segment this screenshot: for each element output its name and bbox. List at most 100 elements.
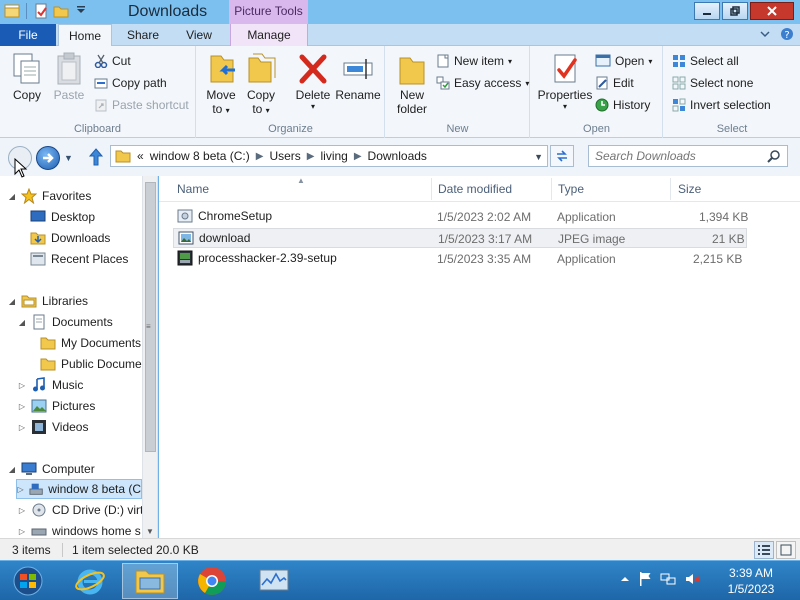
nav-my-documents[interactable]: My Documents — [40, 333, 141, 353]
nav-desktop[interactable]: Desktop — [30, 207, 95, 227]
nav-videos[interactable]: ▷ Videos — [18, 417, 88, 437]
breadcrumb-separator-icon[interactable]: ▶ — [307, 151, 315, 162]
taskbar-internet-explorer[interactable] — [62, 563, 118, 599]
column-header-type[interactable]: Type — [558, 182, 584, 196]
tab-manage[interactable]: Manage — [230, 24, 308, 46]
up-arrow-icon[interactable] — [88, 147, 104, 167]
column-divider[interactable] — [670, 178, 671, 200]
address-bar[interactable]: « window 8 beta (C:) ▶ Users ▶ living ▶ … — [110, 145, 548, 167]
column-header-size[interactable]: Size — [678, 182, 701, 196]
maximize-button[interactable] — [722, 2, 748, 20]
edit-button[interactable]: Edit — [595, 76, 634, 90]
nav-downloads[interactable]: Downloads — [30, 228, 110, 248]
taskbar-clock[interactable]: 3:39 AM 1/5/2023 — [722, 565, 780, 597]
nav-computer[interactable]: ◢ Computer — [8, 459, 95, 479]
collapse-triangle-icon[interactable]: ◢ — [18, 318, 26, 327]
nav-documents[interactable]: ◢ Documents — [18, 312, 113, 332]
nav-drive-d[interactable]: ▷ CD Drive (D:) virt — [18, 500, 143, 520]
close-button[interactable] — [750, 2, 794, 20]
breadcrumb-drive[interactable]: window 8 beta (C:) — [150, 149, 250, 163]
start-button[interactable] — [6, 565, 50, 597]
nav-recent-places[interactable]: Recent Places — [30, 249, 128, 269]
volume-muted-icon[interactable] — [684, 571, 700, 587]
nav-libraries[interactable]: ◢ Libraries — [8, 291, 88, 311]
copy-path-button[interactable]: Copy path — [94, 76, 167, 90]
chevron-down-icon[interactable] — [760, 27, 770, 41]
scrollbar-thumb[interactable] — [145, 182, 156, 452]
properties-qat-icon[interactable] — [33, 3, 49, 19]
explorer-window-icon[interactable] — [4, 3, 20, 19]
breadcrumb-separator-icon[interactable]: ▶ — [256, 151, 264, 162]
select-all-button[interactable]: Select all — [672, 54, 739, 68]
show-hidden-icons-icon[interactable] — [620, 574, 630, 584]
nav-pane-scrollbar[interactable]: ≡ ▼ — [142, 176, 157, 538]
collapse-triangle-icon[interactable]: ◢ — [8, 192, 16, 201]
breadcrumb-living[interactable]: living — [320, 149, 347, 163]
address-dropdown-icon[interactable]: ▼ — [534, 152, 543, 162]
nav-pictures[interactable]: ▷ Pictures — [18, 396, 95, 416]
select-none-button[interactable]: Select none — [672, 76, 753, 90]
refresh-button[interactable] — [550, 145, 574, 167]
paste-button[interactable]: Paste — [50, 52, 88, 102]
breadcrumb-separator-icon[interactable]: ▶ — [354, 151, 362, 162]
expand-triangle-icon[interactable]: ▷ — [17, 485, 24, 494]
file-row-selected[interactable]: download 1/5/2023 3:17 AM JPEG image 21 … — [173, 228, 747, 248]
new-item-button[interactable]: New item ▾ — [436, 54, 512, 68]
collapse-triangle-icon[interactable]: ◢ — [8, 297, 16, 306]
history-button[interactable]: History — [595, 98, 650, 112]
expand-triangle-icon[interactable]: ▷ — [18, 381, 26, 390]
column-divider[interactable] — [431, 178, 432, 200]
details-view-button[interactable] — [754, 541, 774, 559]
action-center-flag-icon[interactable] — [638, 571, 652, 587]
breadcrumb-overflow[interactable]: « — [137, 149, 144, 163]
easy-access-button[interactable]: Easy access ▾ — [436, 76, 529, 90]
forward-button[interactable] — [36, 146, 60, 170]
paste-shortcut-button[interactable]: Paste shortcut — [94, 98, 189, 112]
network-icon[interactable] — [660, 571, 676, 587]
open-button[interactable]: Open ▾ — [595, 54, 652, 68]
file-row[interactable]: processhacker-2.39-setup 1/5/2023 3:35 A… — [173, 249, 747, 269]
help-icon[interactable]: ? — [780, 27, 794, 41]
copy-to-button[interactable]: Copy to ▾ — [243, 52, 279, 116]
breadcrumb-users[interactable]: Users — [269, 149, 300, 163]
rename-button[interactable]: Rename — [335, 52, 381, 102]
properties-button[interactable]: Properties ▾ — [535, 52, 595, 111]
delete-button[interactable]: Delete ▾ — [293, 52, 333, 111]
taskbar-task-manager[interactable] — [246, 563, 302, 599]
search-box[interactable] — [588, 145, 788, 167]
new-folder-qat-icon[interactable] — [53, 3, 69, 19]
column-divider[interactable] — [551, 178, 552, 200]
recent-locations-dropdown[interactable]: ▼ — [64, 153, 73, 163]
nav-drive-c[interactable]: ▷ window 8 beta (C — [16, 479, 142, 499]
search-icon[interactable] — [767, 149, 781, 163]
collapse-triangle-icon[interactable]: ◢ — [8, 465, 16, 474]
tab-share[interactable]: Share — [116, 24, 170, 46]
nav-drive-home[interactable]: ▷ windows home s — [18, 521, 141, 538]
nav-public-documents[interactable]: Public Docume — [40, 354, 142, 374]
expand-triangle-icon[interactable]: ▷ — [18, 423, 26, 432]
invert-selection-button[interactable]: Invert selection — [672, 98, 771, 112]
minimize-button[interactable] — [694, 2, 720, 20]
delete-dropdown-icon[interactable]: ▾ — [293, 102, 333, 111]
taskbar-chrome[interactable] — [184, 563, 240, 599]
search-input[interactable] — [589, 146, 759, 166]
scroll-down-arrow-icon[interactable]: ▼ — [146, 527, 154, 536]
nav-favorites[interactable]: ◢ Favorites — [8, 186, 91, 206]
expand-triangle-icon[interactable]: ▷ — [18, 527, 26, 536]
file-row[interactable]: ChromeSetup 1/5/2023 2:02 AM Application… — [173, 207, 748, 227]
chevron-down-icon[interactable] — [73, 3, 89, 19]
tab-file[interactable]: File — [0, 24, 56, 46]
nav-music[interactable]: ▷ Music — [18, 375, 83, 395]
large-icons-view-button[interactable] — [776, 541, 796, 559]
column-header-date[interactable]: Date modified — [438, 182, 512, 196]
cut-button[interactable]: Cut — [94, 54, 131, 68]
taskbar-file-explorer[interactable] — [122, 563, 178, 599]
move-to-button[interactable]: Move to ▾ — [203, 52, 239, 116]
breadcrumb-downloads[interactable]: Downloads — [368, 149, 427, 163]
expand-triangle-icon[interactable]: ▷ — [18, 402, 26, 411]
tab-home[interactable]: Home — [58, 24, 112, 47]
expand-triangle-icon[interactable]: ▷ — [18, 506, 26, 515]
tab-view[interactable]: View — [172, 24, 226, 46]
properties-dropdown-icon[interactable]: ▾ — [535, 102, 595, 111]
new-folder-button[interactable]: New folder — [392, 52, 432, 116]
